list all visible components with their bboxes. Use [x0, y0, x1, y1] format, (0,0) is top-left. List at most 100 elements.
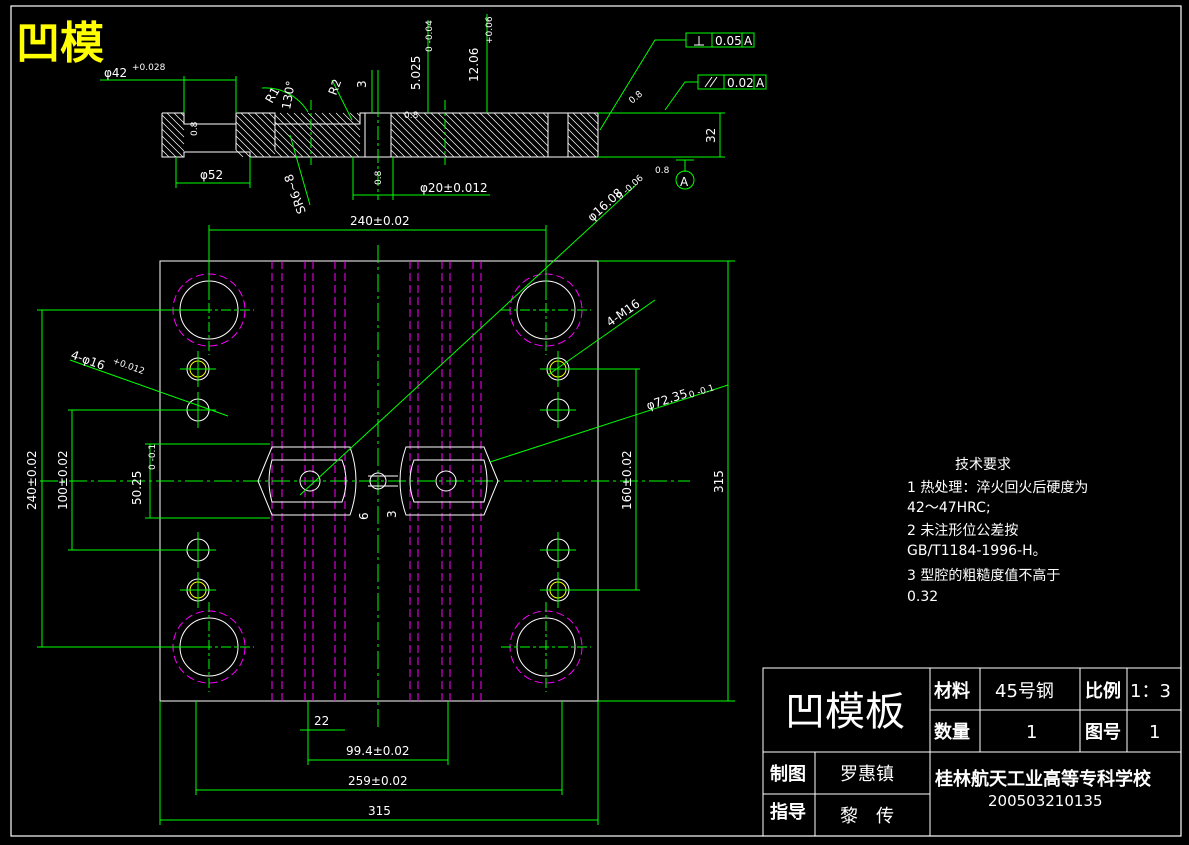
hatch-line [465, 112, 511, 158]
dim-3-plan: 3 [385, 510, 399, 518]
roughness-08: 0.8 [628, 89, 646, 106]
dim-d42: φ42 [104, 66, 127, 80]
cad-drawing-canvas[interactable]: 凹模 A 0.05 A 0.02 A φ42 +0.028 φ52 φ20±0.… [0, 0, 1189, 841]
hatch-line [274, 121, 311, 158]
dim-sr: SR6~8 [282, 172, 309, 216]
dim-d7235-tol: 0 -0.1 [688, 383, 716, 401]
title-drawn-by-value: 罗惠镇 [840, 764, 894, 785]
roughness-08: 0.8 [190, 121, 200, 136]
drawing-title: 凹模 [16, 18, 104, 69]
hatch-line [161, 128, 185, 152]
hatch-line [279, 112, 325, 158]
hatch-line [166, 112, 185, 131]
hatch-line [321, 112, 361, 152]
section-hatch [161, 112, 599, 158]
hatch-line [514, 112, 549, 147]
title-school: 桂林航天工业高等专科学校 [934, 768, 1152, 790]
dim-d16x4: 4-φ16 [69, 348, 107, 373]
dim-d42-tol: +0.028 [132, 63, 166, 73]
hatch-line [579, 112, 599, 132]
hatch-line [390, 121, 427, 158]
title-material-label: 材料 [934, 680, 970, 702]
hatch-line [342, 112, 361, 131]
hatch-line [593, 112, 599, 118]
hatch-line [161, 114, 185, 138]
hatch-line [521, 112, 549, 140]
title-drawing-no-value: 1 [1149, 722, 1160, 743]
hatch-line [390, 114, 434, 158]
hatch-line [423, 112, 469, 158]
dim-32: 32 [704, 128, 718, 143]
dim-5025: 5.025 [409, 56, 423, 90]
hatch-line [161, 142, 177, 158]
dim-ang130: 130° [279, 80, 298, 111]
title-material-value: 45号钢 [995, 681, 1054, 702]
tech-req-line: 2 未注形位公差按 [907, 523, 1018, 539]
perpendicularity-value: 0.05 [715, 34, 742, 48]
hatch-line [293, 112, 339, 158]
dim-5025-plan: 50.25 [130, 471, 144, 505]
dim-240-left: 240±0.02 [25, 450, 39, 510]
tech-req-line: GB/T1184-1996-H。 [907, 543, 1047, 559]
hatch-line [274, 142, 290, 158]
section-view: A 0.05 A 0.02 A φ42 +0.028 φ52 φ20±0.012… [100, 14, 767, 216]
hatch-line [390, 149, 399, 158]
hatch-line [328, 112, 361, 145]
tech-req-heading: 技术要求 [955, 457, 1011, 473]
roughness-08: 0.8 [374, 170, 384, 185]
hatch-line [430, 112, 476, 158]
cad-drawing: 凹模 A 0.05 A 0.02 A φ42 +0.028 φ52 φ20±0.… [10, 5, 1182, 837]
datum-a-label: A [680, 175, 689, 189]
technical-requirements: 技术要求 1 热处理：淬火回火后硬度为 42～47HRC; 2 未注形位公差按 … [907, 457, 1088, 605]
hatch-line [274, 128, 304, 158]
dim-d16x4-tol: +0.012 [111, 356, 146, 377]
hatch-line [161, 149, 170, 158]
hatch-line [586, 112, 599, 125]
hatch-line [240, 112, 276, 148]
dim-d20: φ20±0.012 [420, 181, 488, 195]
dim-259: 259±0.02 [348, 774, 408, 788]
hatch-line [235, 149, 244, 158]
hatch-line [542, 112, 549, 119]
hatch-line [416, 112, 462, 158]
hatch-line [314, 112, 360, 158]
hatch-line [444, 112, 490, 158]
dim-5025-tol: 0 -0.04 [425, 20, 435, 52]
dim-1206-tol: +0.06 [485, 16, 495, 44]
title-drawn-by-label: 制图 [770, 764, 806, 785]
hatch-line [235, 142, 251, 158]
hatch-line [486, 112, 532, 158]
title-part-name: 凹模板 [785, 689, 905, 735]
dim-d52: φ52 [200, 168, 223, 182]
hatch-line [390, 128, 420, 158]
hatch-line [451, 112, 497, 158]
hatch-line [567, 142, 583, 158]
hatch-line [390, 142, 406, 158]
parallelism-frame: 0.02 A [664, 74, 767, 111]
tech-req-line: 0.32 [907, 589, 938, 605]
dim-315-bottom: 315 [368, 804, 391, 818]
hatch-line [458, 112, 504, 158]
dim-994: 99.4±0.02 [346, 744, 410, 758]
roughness-08: 0.8 [655, 166, 670, 176]
dim-160: 160±0.02 [620, 450, 634, 510]
title-student-id: 200503210135 [988, 792, 1103, 810]
hatch-line [300, 112, 346, 158]
dim-5025-plan-tol: 0 -0.1 [148, 444, 158, 470]
dim-1206: 12.06 [467, 48, 481, 82]
dim-240-top: 240±0.02 [350, 214, 410, 228]
perpendicularity-datum: A [744, 34, 753, 48]
title-drawing-no-label: 图号 [1085, 722, 1121, 743]
hatch-line [247, 112, 276, 141]
dim-315-right: 315 [712, 470, 726, 493]
hatch-line [307, 112, 353, 158]
dim-r2: R2 [326, 77, 345, 97]
title-advisor-value: 黎 传 [840, 806, 894, 827]
dim-d7235: φ72.35 [645, 386, 690, 412]
title-scale-label: 比例 [1085, 680, 1121, 702]
title-advisor-label: 指导 [770, 801, 806, 823]
hatch-line [161, 121, 185, 145]
hatch-line [335, 112, 361, 138]
hatch-line [572, 112, 599, 139]
hatch-line [479, 112, 525, 158]
